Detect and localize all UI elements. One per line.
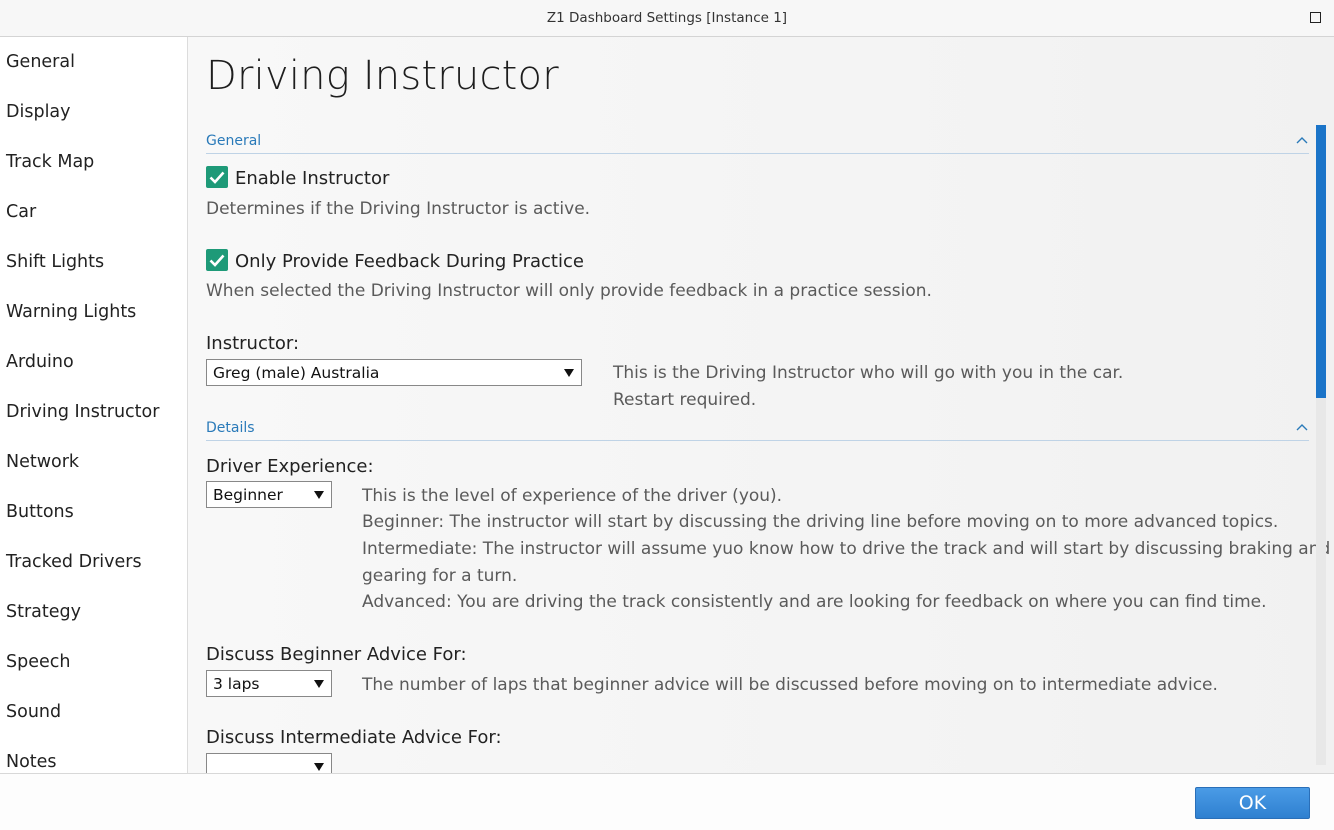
sidebar: General Display Track Map Car Shift Ligh…	[0, 37, 188, 773]
sidebar-item-sound[interactable]: Sound	[6, 702, 61, 722]
sidebar-item-notes[interactable]: Notes	[6, 752, 57, 772]
checkmark-icon	[209, 171, 225, 184]
dropdown-arrow-icon	[314, 763, 324, 771]
beginner-advice-value: 3 laps	[213, 675, 260, 693]
instructor-description: This is the Driving Instructor who will …	[613, 363, 1124, 383]
maximize-icon[interactable]	[1310, 12, 1321, 23]
sidebar-item-buttons[interactable]: Buttons	[6, 502, 74, 522]
sidebar-item-track-map[interactable]: Track Map	[6, 152, 94, 172]
practice-only-checkbox[interactable]	[206, 249, 228, 271]
settings-panel: Driving Instructor General Enable Instru…	[188, 37, 1334, 773]
sidebar-item-network[interactable]: Network	[6, 452, 79, 472]
instructor-label: Instructor:	[206, 333, 300, 354]
section-header-label: General	[206, 133, 262, 149]
experience-intermediate-description-cont: gearing for a turn.	[362, 566, 518, 586]
beginner-advice-select[interactable]: 3 laps	[206, 670, 332, 697]
sidebar-item-speech[interactable]: Speech	[6, 652, 70, 672]
sidebar-item-tracked-drivers[interactable]: Tracked Drivers	[6, 552, 142, 572]
beginner-advice-description: The number of laps that beginner advice …	[362, 675, 1218, 695]
checkmark-icon	[209, 254, 225, 267]
experience-intermediate-description: Intermediate: The instructor will assume…	[362, 539, 1331, 559]
driver-experience-label: Driver Experience:	[206, 456, 374, 477]
enable-instructor-checkbox[interactable]	[206, 166, 228, 188]
title-bar: Z1 Dashboard Settings [Instance 1]	[0, 0, 1334, 37]
section-header-label: Details	[206, 420, 255, 436]
page-title: Driving Instructor	[206, 53, 559, 99]
sidebar-item-shift-lights[interactable]: Shift Lights	[6, 252, 104, 272]
footer: OK	[0, 773, 1334, 830]
window-title: Z1 Dashboard Settings [Instance 1]	[546, 10, 788, 26]
sidebar-item-driving-instructor[interactable]: Driving Instructor	[6, 402, 159, 422]
scrollbar-thumb[interactable]	[1316, 125, 1326, 398]
chevron-up-icon[interactable]	[1295, 133, 1309, 147]
dropdown-arrow-icon	[564, 369, 574, 377]
enable-instructor-label[interactable]: Enable Instructor	[235, 168, 389, 189]
practice-only-description: When selected the Driving Instructor wil…	[206, 281, 932, 301]
instructor-select-value: Greg (male) Australia	[213, 364, 380, 382]
sidebar-item-display[interactable]: Display	[6, 102, 71, 122]
sidebar-item-car[interactable]: Car	[6, 202, 36, 222]
driver-experience-value: Beginner	[213, 486, 283, 504]
chevron-up-icon[interactable]	[1295, 420, 1309, 434]
experience-beginner-description: Beginner: The instructor will start by d…	[362, 512, 1279, 532]
beginner-advice-label: Discuss Beginner Advice For:	[206, 644, 467, 665]
instructor-select[interactable]: Greg (male) Australia	[206, 359, 582, 386]
sidebar-item-warning-lights[interactable]: Warning Lights	[6, 302, 136, 322]
sidebar-item-general[interactable]: General	[6, 52, 75, 72]
instructor-restart-note: Restart required.	[613, 390, 757, 410]
practice-only-label[interactable]: Only Provide Feedback During Practice	[235, 251, 584, 272]
sidebar-item-strategy[interactable]: Strategy	[6, 602, 81, 622]
ok-button[interactable]: OK	[1195, 787, 1310, 819]
dropdown-arrow-icon	[314, 680, 324, 688]
experience-description: This is the level of experience of the d…	[362, 486, 783, 506]
driver-experience-select[interactable]: Beginner	[206, 481, 332, 508]
details-section-header[interactable]: Details	[206, 420, 1309, 441]
intermediate-advice-select[interactable]	[206, 753, 332, 773]
intermediate-advice-label: Discuss Intermediate Advice For:	[206, 727, 502, 748]
general-section-header[interactable]: General	[206, 133, 1309, 154]
dropdown-arrow-icon	[314, 491, 324, 499]
sidebar-item-arduino[interactable]: Arduino	[6, 352, 74, 372]
experience-advanced-description: Advanced: You are driving the track cons…	[362, 592, 1267, 612]
enable-instructor-description: Determines if the Driving Instructor is …	[206, 199, 591, 219]
